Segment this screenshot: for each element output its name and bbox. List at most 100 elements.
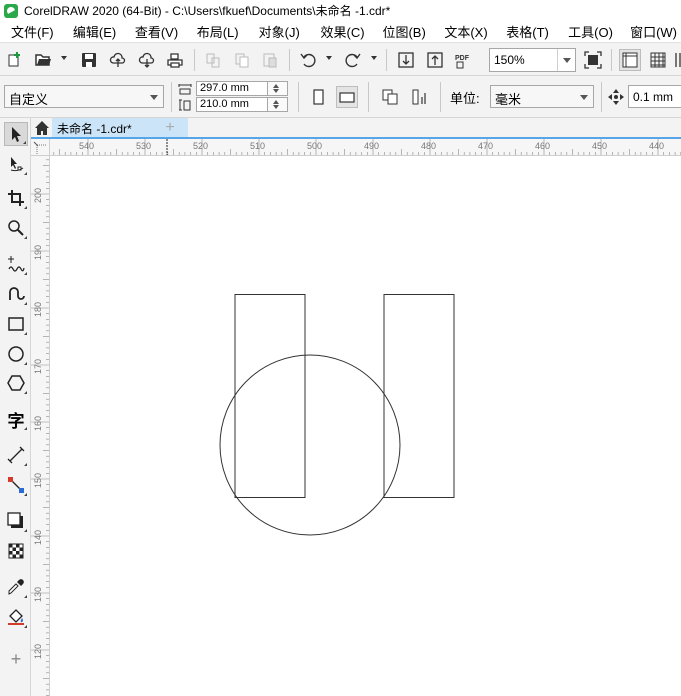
ruler-origin-corner[interactable] [31, 139, 50, 156]
polygon-tool[interactable] [4, 371, 28, 395]
flyout-corner [24, 493, 27, 496]
page-height-spinner[interactable] [268, 97, 288, 112]
import-button[interactable] [395, 49, 417, 71]
full-screen-button[interactable] [582, 49, 604, 71]
open-dropdown-arrow[interactable] [61, 56, 67, 60]
units-value: 毫米 [495, 92, 522, 107]
ellipse-tool[interactable] [4, 342, 28, 366]
text-tool[interactable]: 字 [4, 407, 28, 431]
menu-edit[interactable]: 编辑(E) [62, 22, 124, 41]
print-button[interactable] [164, 49, 186, 71]
parallel-dimension-tool[interactable] [4, 443, 28, 467]
zoom-dropdown-arrow[interactable] [557, 49, 575, 71]
page-width-field[interactable]: 297.0 mm [196, 81, 268, 96]
new-document-button[interactable] [4, 49, 26, 71]
nudge-distance-field[interactable]: 0.1 mm [628, 85, 681, 108]
units-select[interactable]: 毫米 [490, 85, 594, 108]
drop-shadow-tool[interactable] [4, 509, 28, 533]
flyout-corner [24, 206, 27, 209]
new-document-tab-button[interactable]: + [158, 118, 182, 137]
cloud-upload-icon [109, 52, 126, 67]
redo-button[interactable] [342, 49, 364, 71]
menu-text[interactable]: 文本(X) [433, 22, 495, 41]
current-page-button[interactable] [409, 86, 431, 108]
menu-layout[interactable]: 布局(L) [186, 22, 248, 41]
customize-toolbox-button[interactable]: + [4, 647, 28, 671]
connector-tool[interactable] [4, 473, 28, 497]
drawing-canvas[interactable] [50, 156, 681, 696]
freehand-icon [8, 256, 25, 272]
vertical-ruler[interactable]: 200 190 180 170 160 150 140 130 120 [31, 156, 50, 696]
toolbar-separator [368, 82, 369, 112]
save-disk-icon [82, 53, 96, 67]
vertical-ruler-label: 120 [33, 644, 43, 659]
menu-effects[interactable]: 效果(C) [310, 22, 372, 41]
page-height-field[interactable]: 210.0 mm [196, 97, 268, 112]
flyout-corner [24, 427, 27, 430]
rectangle-icon [8, 317, 24, 331]
right-rectangle-shape[interactable] [383, 294, 455, 498]
cloud-download-button[interactable] [136, 49, 158, 71]
zoom-tool[interactable] [4, 216, 28, 240]
hexagon-icon [7, 375, 25, 391]
redo-dropdown-arrow[interactable] [371, 56, 377, 60]
menu-window[interactable]: 窗口(W) [619, 22, 681, 41]
crop-tool[interactable] [4, 186, 28, 210]
cut-button[interactable] [202, 49, 224, 71]
open-button[interactable] [32, 49, 54, 71]
shape-tool[interactable] [4, 152, 28, 176]
document-tab-strip: 未命名 -1.cdr* + [31, 118, 681, 139]
paint-bucket-icon [8, 609, 24, 625]
show-rulers-button[interactable] [619, 49, 641, 71]
pick-tool[interactable] [4, 122, 28, 146]
portrait-button[interactable] [307, 86, 329, 108]
left-rectangle-shape[interactable] [234, 294, 306, 498]
page-width-spinner[interactable] [268, 81, 288, 96]
nudge-distance-icon-wrap [605, 86, 627, 108]
artistic-media-tool[interactable] [4, 282, 28, 306]
flyout-corner [24, 302, 27, 305]
eyedropper-tool[interactable] [4, 575, 28, 599]
vertical-ruler-label: 190 [33, 245, 43, 260]
toolbar-separator [440, 82, 441, 112]
save-button[interactable] [78, 49, 100, 71]
units-label: 单位: [450, 91, 480, 106]
cloud-upload-button[interactable] [107, 49, 129, 71]
vertical-ruler-label: 160 [33, 416, 43, 431]
copy-button[interactable] [231, 49, 253, 71]
toolbar-separator [289, 49, 290, 71]
zoom-level-select[interactable]: 150% [489, 48, 576, 72]
all-pages-button[interactable] [379, 86, 401, 108]
menu-table[interactable]: 表格(T) [495, 22, 557, 41]
horizontal-ruler[interactable]: 540 530 520 510 500 490 480 470 460 450 440 [50, 139, 681, 156]
paste-button[interactable] [259, 49, 281, 71]
portrait-page-icon [313, 89, 324, 105]
welcome-home-tab[interactable] [31, 118, 52, 137]
show-grid-button[interactable] [647, 49, 669, 71]
landscape-button[interactable] [336, 86, 358, 108]
menu-bitmaps[interactable]: 位图(B) [371, 22, 433, 41]
nudge-arrows-icon [608, 89, 624, 105]
export-button[interactable] [424, 49, 446, 71]
rectangle-tool[interactable] [4, 312, 28, 336]
undo-dropdown-arrow[interactable] [326, 56, 332, 60]
transparency-tool[interactable] [4, 539, 28, 563]
page-size-select[interactable]: 自定义 [4, 85, 164, 108]
vertical-ruler-label: 150 [33, 473, 43, 488]
circle-shape[interactable] [219, 354, 401, 536]
export-icon [427, 52, 443, 68]
horizontal-ruler-label: 510 [250, 141, 265, 151]
page-width-row: 297.0 mm [178, 81, 290, 96]
menu-tools[interactable]: 工具(O) [557, 22, 619, 41]
horizontal-ruler-label: 520 [193, 141, 208, 151]
interactive-fill-tool[interactable] [4, 605, 28, 629]
menu-file[interactable]: 文件(F) [0, 22, 62, 41]
cloud-download-icon [138, 52, 155, 68]
menu-object[interactable]: 对象(J) [248, 22, 310, 41]
publish-pdf-button[interactable]: PDF [452, 49, 474, 71]
checkerboard-icon [8, 543, 24, 559]
menu-view[interactable]: 查看(V) [124, 22, 186, 41]
freehand-tool[interactable] [4, 252, 28, 276]
show-guidelines-button[interactable] [672, 49, 681, 71]
undo-button[interactable] [297, 49, 319, 71]
